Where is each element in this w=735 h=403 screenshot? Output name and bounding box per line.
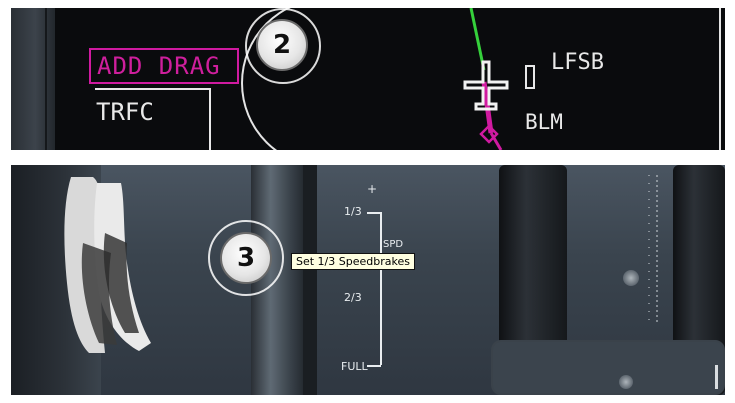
scale-one-third: 1/3 xyxy=(344,205,362,218)
scale-tick-full xyxy=(367,365,381,367)
tooltip: Set 1/3 Speedbrakes xyxy=(291,253,415,270)
add-drag-message: ADD DRAG xyxy=(89,48,239,84)
scale-spd: SPD xyxy=(383,239,404,250)
pedestal-lower-box xyxy=(491,340,725,395)
scale-full: FULL xyxy=(341,360,368,373)
waypoint-label: LFSB xyxy=(551,50,604,75)
display-bezel xyxy=(11,8,55,150)
knob-icon[interactable] xyxy=(619,375,633,389)
scale-plus: + xyxy=(367,182,378,196)
scale-two-thirds: 2/3 xyxy=(344,291,362,304)
edge-marker xyxy=(715,365,718,389)
scale-tick xyxy=(367,212,381,214)
beacon-label: BLM xyxy=(525,110,563,134)
navigation-display: ADD DRAG TRFC 2 LFSB BLM xyxy=(11,8,725,150)
callout-2: 2 xyxy=(256,19,308,71)
cockpit-pedestal: + 1/3 SPD 2/3 FULL xyxy=(11,165,725,395)
callout-3: 3 xyxy=(220,232,272,284)
detent-scale xyxy=(648,175,658,325)
waypoint-symbol-icon xyxy=(525,65,535,89)
speedbrake-slot[interactable] xyxy=(303,165,317,395)
range-arc-right xyxy=(571,8,721,150)
trfc-label: TRFC xyxy=(96,98,154,126)
scale-rail xyxy=(380,212,382,365)
thrust-lever-icon[interactable] xyxy=(53,173,153,353)
